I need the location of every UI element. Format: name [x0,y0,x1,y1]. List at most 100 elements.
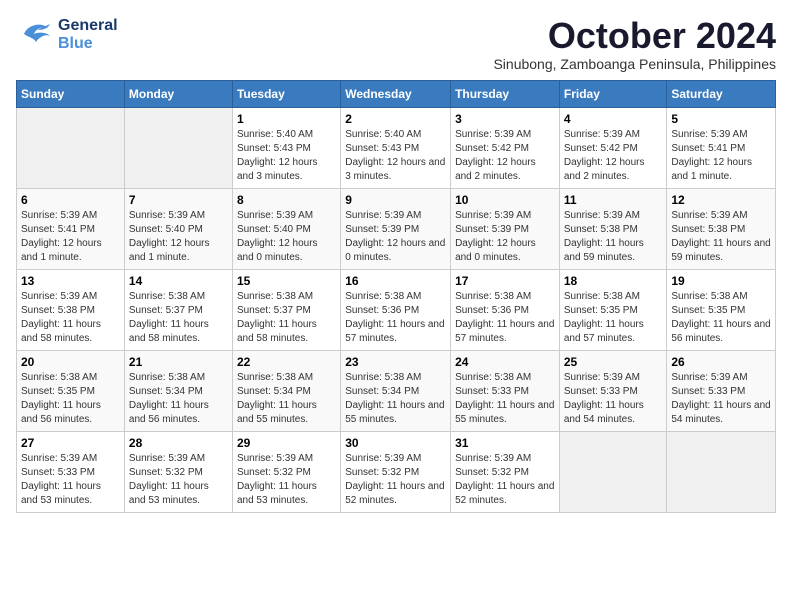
day-info: Sunrise: 5:39 AMSunset: 5:32 PMDaylight:… [129,452,228,508]
day-number: 29 [237,436,336,450]
day-number: 17 [455,274,555,288]
day-info: Sunrise: 5:38 AMSunset: 5:34 PMDaylight:… [237,371,336,427]
calendar-cell: 9Sunrise: 5:39 AMSunset: 5:39 PMDaylight… [341,188,451,269]
day-info: Sunrise: 5:39 AMSunset: 5:39 PMDaylight:… [345,209,446,265]
calendar-cell: 31 Sunrise: 5:39 AMSunset: 5:32 PMDayligh… [451,431,560,512]
day-info: Sunrise: 5:39 AMSunset: 5:40 PMDaylight:… [237,209,336,265]
calendar-cell: 5Sunrise: 5:39 AMSunset: 5:41 PMDaylight… [667,107,776,188]
calendar-header: SundayMondayTuesdayWednesdayThursdayFrid… [17,80,776,107]
location: Sinubong, Zamboanga Peninsula, Philippin… [493,56,776,72]
calendar-cell: 16 Sunrise: 5:38 AMSunset: 5:36 PMDayligh… [341,269,451,350]
day-info: Sunrise: 5:39 AMSunset: 5:42 PMDaylight:… [564,128,663,184]
day-number: 21 [129,355,228,369]
day-info: Sunrise: 5:38 AMSunset: 5:34 PMDaylight:… [129,371,228,427]
day-info: Sunrise: 5:39 AMSunset: 5:32 PMDaylight:… [237,452,336,508]
weekday-tuesday: Tuesday [232,80,340,107]
day-number: 12 [671,193,771,207]
day-info: Sunrise: 5:39 AMSunset: 5:42 PMDaylight:… [455,128,555,184]
calendar-cell [124,107,232,188]
calendar-body: 1Sunrise: 5:40 AMSunset: 5:43 PMDaylight… [17,107,776,512]
day-number: 4 [564,112,663,126]
calendar-cell: 30 Sunrise: 5:39 AMSunset: 5:32 PMDayligh… [341,431,451,512]
day-info: Sunrise: 5:38 AMSunset: 5:35 PMDaylight:… [564,290,663,346]
calendar-cell: 11 Sunrise: 5:39 AMSunset: 5:38 PMDayligh… [559,188,667,269]
weekday-wednesday: Wednesday [341,80,451,107]
day-number: 6 [21,193,120,207]
calendar-week-1: 1Sunrise: 5:40 AMSunset: 5:43 PMDaylight… [17,107,776,188]
day-info: Sunrise: 5:38 AMSunset: 5:35 PMDaylight:… [21,371,120,427]
day-info: Sunrise: 5:39 AMSunset: 5:40 PMDaylight:… [129,209,228,265]
day-info: Sunrise: 5:39 AMSunset: 5:33 PMDaylight:… [21,452,120,508]
calendar-cell: 26 Sunrise: 5:39 AMSunset: 5:33 PMDayligh… [667,350,776,431]
page-header: General Blue October 2024 Sinubong, Zamb… [16,16,776,72]
day-number: 2 [345,112,446,126]
calendar-cell: 15Sunrise: 5:38 AMSunset: 5:37 PMDayligh… [232,269,340,350]
calendar-cell: 1Sunrise: 5:40 AMSunset: 5:43 PMDaylight… [232,107,340,188]
day-info: Sunrise: 5:38 AMSunset: 5:35 PMDaylight:… [671,290,771,346]
calendar-cell: 29 Sunrise: 5:39 AMSunset: 5:32 PMDayligh… [232,431,340,512]
day-number: 13 [21,274,120,288]
day-number: 24 [455,355,555,369]
day-number: 11 [564,193,663,207]
calendar-cell [559,431,667,512]
calendar-week-5: 27 Sunrise: 5:39 AMSunset: 5:33 PMDayligh… [17,431,776,512]
day-info: Sunrise: 5:38 AMSunset: 5:36 PMDaylight:… [455,290,555,346]
day-info: Sunrise: 5:38 AMSunset: 5:34 PMDaylight:… [345,371,446,427]
day-number: 3 [455,112,555,126]
day-info: Sunrise: 5:39 AMSunset: 5:38 PMDaylight:… [564,209,663,265]
day-number: 16 [345,274,446,288]
calendar-cell: 12 Sunrise: 5:39 AMSunset: 5:38 PMDayligh… [667,188,776,269]
logo-line1: General [58,17,118,35]
day-number: 19 [671,274,771,288]
calendar-cell: 3 Sunrise: 5:39 AMSunset: 5:42 PMDaylight… [451,107,560,188]
weekday-thursday: Thursday [451,80,560,107]
day-number: 15 [237,274,336,288]
day-info: Sunrise: 5:39 AMSunset: 5:32 PMDaylight:… [345,452,446,508]
day-number: 30 [345,436,446,450]
calendar-week-3: 13 Sunrise: 5:39 AMSunset: 5:38 PMDayligh… [17,269,776,350]
logo-text-block: General Blue [58,17,118,52]
day-info: Sunrise: 5:39 AMSunset: 5:38 PMDaylight:… [671,209,771,265]
calendar-table: SundayMondayTuesdayWednesdayThursdayFrid… [16,80,776,513]
calendar-cell: 27 Sunrise: 5:39 AMSunset: 5:33 PMDayligh… [17,431,125,512]
calendar-week-2: 6 Sunrise: 5:39 AMSunset: 5:41 PMDaylight… [17,188,776,269]
day-number: 27 [21,436,120,450]
calendar-cell: 2Sunrise: 5:40 AMSunset: 5:43 PMDaylight… [341,107,451,188]
weekday-saturday: Saturday [667,80,776,107]
day-number: 26 [671,355,771,369]
day-number: 28 [129,436,228,450]
day-info: Sunrise: 5:38 AMSunset: 5:36 PMDaylight:… [345,290,446,346]
day-number: 1 [237,112,336,126]
day-info: Sunrise: 5:39 AMSunset: 5:32 PMDaylight:… [455,452,555,508]
calendar-cell: 14Sunrise: 5:38 AMSunset: 5:37 PMDayligh… [124,269,232,350]
calendar-cell: 4 Sunrise: 5:39 AMSunset: 5:42 PMDaylight… [559,107,667,188]
day-number: 8 [237,193,336,207]
weekday-header-row: SundayMondayTuesdayWednesdayThursdayFrid… [17,80,776,107]
title-block: October 2024 Sinubong, Zamboanga Peninsu… [493,16,776,72]
calendar-cell: 6 Sunrise: 5:39 AMSunset: 5:41 PMDaylight… [17,188,125,269]
calendar-cell: 20 Sunrise: 5:38 AMSunset: 5:35 PMDayligh… [17,350,125,431]
calendar-cell: 18Sunrise: 5:38 AMSunset: 5:35 PMDayligh… [559,269,667,350]
day-info: Sunrise: 5:39 AMSunset: 5:39 PMDaylight:… [455,209,555,265]
weekday-friday: Friday [559,80,667,107]
month-title: October 2024 [493,16,776,56]
day-info: Sunrise: 5:39 AMSunset: 5:33 PMDaylight:… [671,371,771,427]
day-number: 31 [455,436,555,450]
day-number: 23 [345,355,446,369]
calendar-cell: 8 Sunrise: 5:39 AMSunset: 5:40 PMDaylight… [232,188,340,269]
day-number: 5 [671,112,771,126]
calendar-cell: 23 Sunrise: 5:38 AMSunset: 5:34 PMDayligh… [341,350,451,431]
day-number: 14 [129,274,228,288]
calendar-week-4: 20 Sunrise: 5:38 AMSunset: 5:35 PMDayligh… [17,350,776,431]
day-info: Sunrise: 5:39 AMSunset: 5:41 PMDaylight:… [21,209,120,265]
day-info: Sunrise: 5:39 AMSunset: 5:33 PMDaylight:… [564,371,663,427]
day-info: Sunrise: 5:38 AMSunset: 5:33 PMDaylight:… [455,371,555,427]
calendar-cell: 13 Sunrise: 5:39 AMSunset: 5:38 PMDayligh… [17,269,125,350]
weekday-monday: Monday [124,80,232,107]
logo-line2: Blue [58,35,93,53]
day-number: 20 [21,355,120,369]
day-number: 22 [237,355,336,369]
calendar-cell: 22 Sunrise: 5:38 AMSunset: 5:34 PMDayligh… [232,350,340,431]
day-info: Sunrise: 5:39 AMSunset: 5:38 PMDaylight:… [21,290,120,346]
calendar-cell: 24 Sunrise: 5:38 AMSunset: 5:33 PMDayligh… [451,350,560,431]
